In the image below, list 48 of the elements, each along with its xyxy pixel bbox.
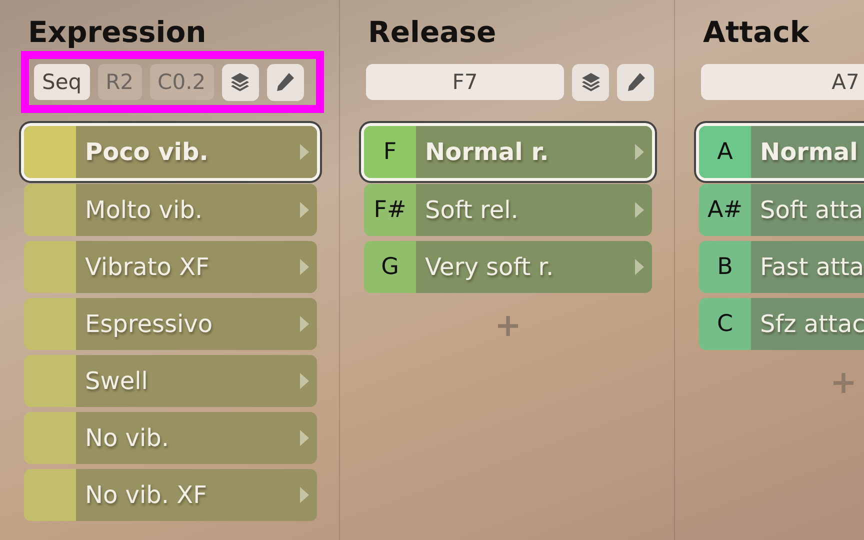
submenu-arrow-icon — [300, 316, 309, 332]
articulation-label: Molto vib. — [85, 196, 203, 224]
submenu-arrow-icon — [635, 202, 644, 218]
layers-button[interactable] — [222, 64, 259, 100]
articulation-label: Normal — [760, 138, 858, 166]
layers-icon — [580, 71, 602, 93]
edit-button[interactable] — [617, 64, 654, 100]
articulation-label: Soft atta — [760, 196, 864, 224]
articulation-label: Vibrato XF — [85, 253, 210, 281]
submenu-arrow-icon — [300, 487, 309, 503]
articulation-label: Poco vib. — [85, 138, 208, 166]
key-label: G — [381, 254, 399, 280]
submenu-arrow-icon — [300, 373, 309, 389]
key-label: F# — [374, 197, 406, 223]
submenu-arrow-icon — [300, 259, 309, 275]
articulation-label: Normal r. — [425, 138, 549, 166]
submenu-arrow-icon — [300, 430, 309, 446]
layers-icon — [229, 71, 252, 93]
submenu-arrow-icon — [300, 202, 309, 218]
value-field[interactable]: F7 — [366, 64, 564, 100]
toggle-button[interactable]: R2 — [98, 64, 142, 100]
submenu-arrow-icon — [635, 259, 644, 275]
articulation-label: Fast atta — [760, 253, 864, 281]
value-field[interactable]: A7 — [701, 64, 864, 100]
articulation-label: No vib. — [85, 424, 169, 452]
column-heading: Expression — [27, 14, 208, 51]
articulation-label: Swell — [85, 367, 148, 395]
edit-button[interactable] — [266, 64, 304, 100]
pencil-icon — [274, 71, 296, 93]
articulation-label: Sfz attac — [760, 310, 864, 338]
submenu-arrow-icon — [635, 144, 644, 160]
articulation-label: Espressivo — [85, 310, 213, 338]
key-label: A — [717, 139, 733, 165]
submenu-arrow-icon — [300, 144, 309, 160]
add-button[interactable]: + — [488, 306, 528, 344]
key-label: B — [717, 254, 733, 280]
toggle-button[interactable]: C0.2 — [150, 64, 214, 100]
column-heading: Attack — [702, 14, 810, 51]
add-button[interactable]: + — [824, 363, 863, 401]
toggle-button[interactable]: Seq — [34, 64, 90, 100]
key-label: C — [716, 311, 734, 337]
articulation-label: Very soft r. — [425, 253, 554, 281]
articulation-label: Soft rel. — [425, 196, 518, 224]
key-label: A# — [707, 197, 742, 223]
layers-button[interactable] — [572, 64, 609, 100]
articulation-label: No vib. XF — [85, 481, 207, 509]
column-heading: Release — [367, 14, 498, 51]
key-label: F — [383, 139, 397, 165]
